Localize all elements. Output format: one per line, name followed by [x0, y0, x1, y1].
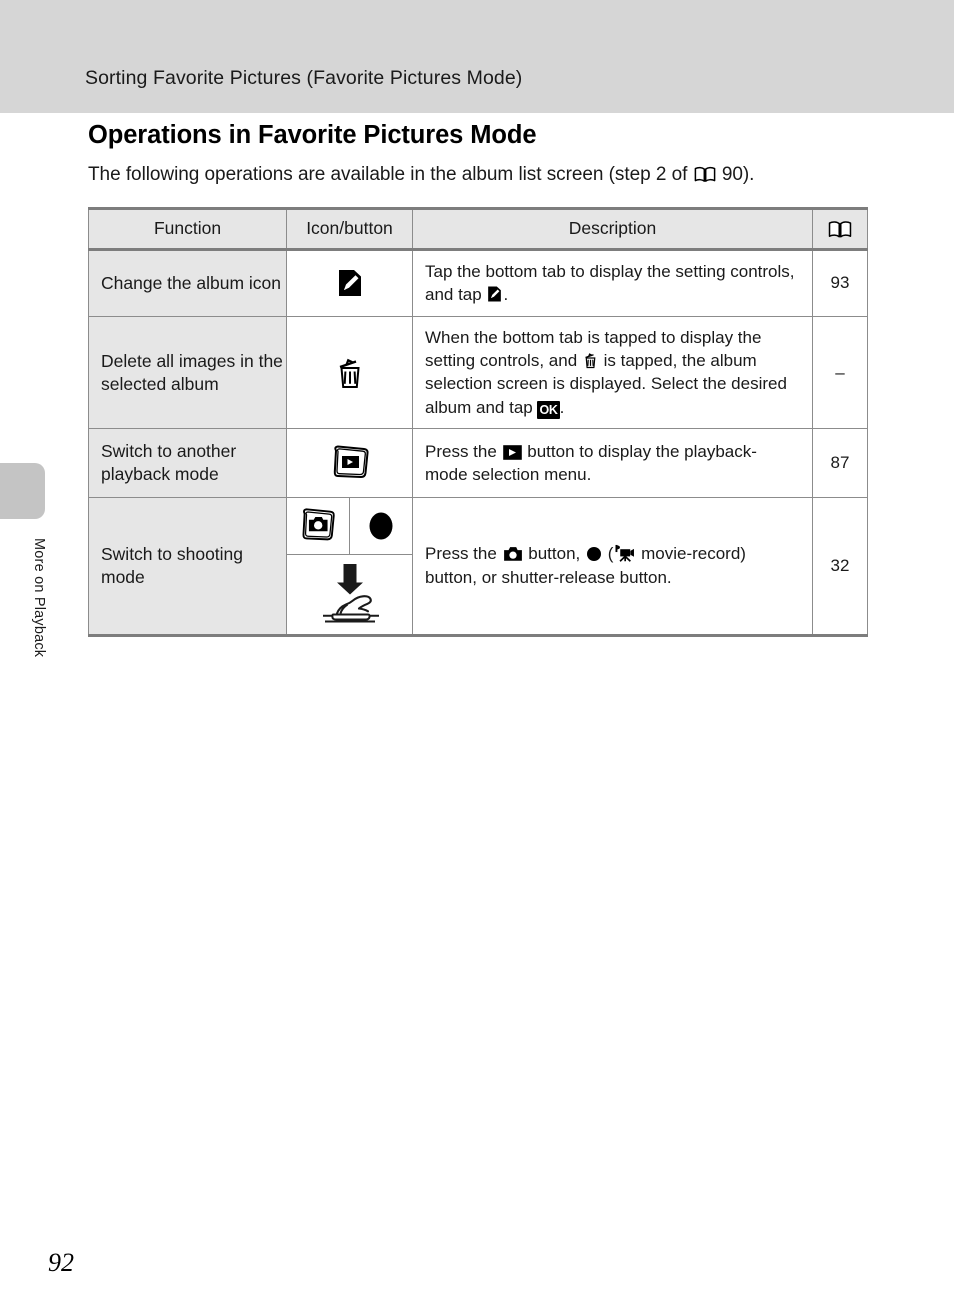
column-header-function: Function	[88, 206, 287, 251]
description-cell: Tap the bottom tab to display the settin…	[412, 248, 813, 317]
column-header-icon-button: Icon/button	[286, 206, 413, 251]
description-text: Press the	[425, 544, 502, 564]
page-reference: 32	[812, 496, 868, 637]
icon-button-cell	[286, 428, 413, 498]
table-row: Delete all images in the selected album …	[88, 315, 868, 430]
shutter-release-cell	[287, 553, 412, 634]
description-text-tail: .	[503, 285, 509, 305]
description-text: Tap the bottom tab to display the settin…	[425, 261, 795, 305]
operations-table: Function Icon/button Description Change …	[88, 206, 868, 637]
description-cell: Press the button to display the playback…	[412, 428, 813, 498]
intro-text-after: 90).	[716, 163, 755, 185]
icon-button-cell	[286, 248, 413, 317]
function-label: Delete all images in the selected album	[88, 315, 287, 430]
ok-badge-icon: OK	[537, 401, 560, 420]
page-reference: –	[812, 315, 868, 430]
table-row: Switch to shooting mode Press the button…	[88, 496, 868, 637]
table-row: Switch to another playback mode Press th…	[88, 428, 868, 498]
movie-record-button-cell	[349, 497, 412, 555]
running-header-band	[0, 0, 954, 113]
side-thumb-tab	[0, 463, 45, 519]
page-title: Operations in Favorite Pictures Mode	[88, 121, 537, 149]
column-header-description: Description	[412, 206, 813, 251]
intro-text-before: The following operations are available i…	[88, 163, 693, 185]
description-cell: Press the button, ( movie-record) button…	[412, 496, 813, 637]
description-text-3: (	[602, 544, 614, 564]
camera-button-icon	[296, 505, 340, 547]
function-label: Switch to shooting mode	[88, 496, 287, 637]
split-icon-grid	[287, 497, 412, 634]
function-label: Change the album icon	[88, 248, 287, 317]
playback-glyph-icon	[502, 444, 522, 460]
page-reference: 93	[812, 248, 868, 317]
icon-button-cell-split	[286, 496, 413, 637]
book-icon	[828, 220, 852, 239]
playback-button-icon	[327, 443, 373, 483]
book-icon	[694, 166, 716, 183]
intro-paragraph: The following operations are available i…	[88, 151, 878, 187]
trash-icon	[335, 356, 365, 390]
icon-button-cell	[286, 315, 413, 430]
camera-glyph-icon	[503, 546, 523, 562]
table-row: Change the album icon Tap the bottom tab…	[88, 248, 868, 317]
edit-pencil-icon	[337, 268, 363, 298]
description-text: Press the	[425, 441, 502, 461]
movie-record-circle-icon	[365, 507, 397, 545]
trash-icon	[583, 352, 598, 369]
side-thumb-tab-label: More on Playback	[31, 538, 47, 658]
shutter-release-icon	[319, 561, 381, 625]
movie-record-circle-icon	[586, 546, 602, 562]
running-header-title: Sorting Favorite Pictures (Favorite Pict…	[85, 67, 523, 89]
page-number: 92	[48, 1248, 74, 1277]
description-text-tail: .	[559, 397, 565, 417]
description-cell: When the bottom tab is tapped to display…	[412, 315, 813, 430]
function-label: Switch to another playback mode	[88, 428, 287, 498]
page-reference: 87	[812, 428, 868, 498]
camera-button-cell	[287, 497, 350, 555]
movie-camera-icon	[614, 544, 635, 563]
column-header-page-reference	[812, 206, 868, 251]
edit-pencil-icon	[487, 285, 502, 303]
page-content: Operations in Favorite Pictures Mode The…	[88, 120, 878, 637]
description-text-2: button,	[523, 544, 585, 564]
table-header-row: Function Icon/button Description	[88, 206, 868, 251]
